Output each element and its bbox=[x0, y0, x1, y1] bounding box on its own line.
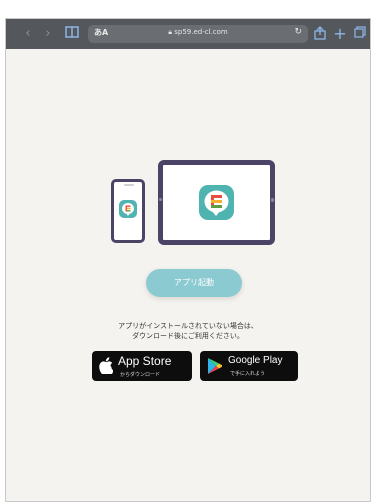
apple-icon bbox=[99, 357, 114, 378]
address-bar[interactable]: あA 🔒︎ sp59.ed-cl.com ↻ bbox=[88, 25, 308, 43]
page-content: アプリ起動 アプリがインストールされていない場合は、 ダウンロード後にご利用くだ… bbox=[6, 49, 370, 501]
browser-window: ‹ › あA 🔒︎ sp59.ed-cl.com ↻ + アプリ起動 アプリがイ… bbox=[5, 18, 371, 502]
phone-illustration bbox=[111, 179, 145, 243]
forward-icon[interactable]: › bbox=[40, 26, 56, 42]
plus-icon[interactable]: + bbox=[332, 26, 348, 42]
reload-icon[interactable]: ↻ bbox=[294, 27, 302, 37]
tabs-icon[interactable] bbox=[352, 26, 368, 42]
lock-icon: 🔒︎ bbox=[168, 28, 173, 36]
install-message-line2: ダウンロード後にご利用ください。 bbox=[132, 332, 244, 340]
app-icon bbox=[119, 200, 137, 218]
google-play-sub: で手に入れよう bbox=[230, 371, 266, 377]
book-icon[interactable] bbox=[64, 26, 80, 42]
install-message-line1: アプリがインストールされていない場合は、 bbox=[118, 322, 258, 330]
url-text: 🔒︎ sp59.ed-cl.com bbox=[88, 28, 308, 37]
app-store-badge[interactable]: App Store からダウンロード bbox=[92, 351, 192, 381]
launch-app-button[interactable]: アプリ起動 bbox=[146, 269, 242, 297]
google-play-icon bbox=[207, 357, 223, 379]
back-icon[interactable]: ‹ bbox=[20, 26, 36, 42]
app-icon bbox=[199, 185, 234, 220]
browser-toolbar: ‹ › あA 🔒︎ sp59.ed-cl.com ↻ + bbox=[6, 19, 370, 49]
google-play-badge[interactable]: Google Play で手に入れよう bbox=[200, 351, 298, 381]
tablet-illustration bbox=[158, 160, 275, 245]
app-store-sub: からダウンロード bbox=[120, 372, 161, 378]
url-value: sp59.ed-cl.com bbox=[174, 28, 228, 36]
google-play-title: Google Play bbox=[228, 355, 283, 366]
app-store-title: App Store bbox=[118, 354, 172, 368]
share-icon[interactable] bbox=[312, 26, 328, 42]
